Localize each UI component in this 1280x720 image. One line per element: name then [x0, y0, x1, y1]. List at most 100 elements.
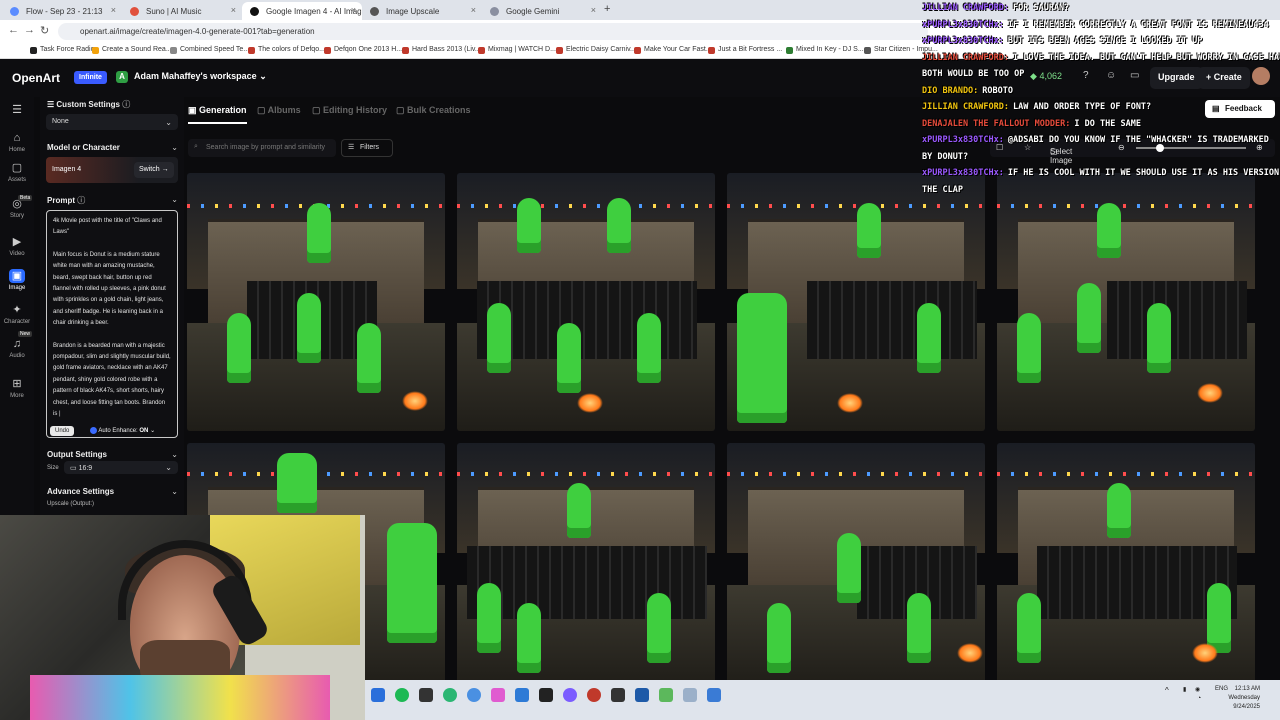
generated-image[interactable]: [187, 173, 445, 431]
bookmark[interactable]: Task Force Radio: [30, 46, 94, 54]
generated-image[interactable]: [997, 443, 1255, 687]
tab-bulk-creations[interactable]: ▢ Bulk Creations: [396, 105, 471, 116]
bookmark[interactable]: Mixmag | WATCH D...: [478, 46, 556, 54]
auto-enhance-toggle[interactable]: Auto Enhance: ON ⌄: [90, 427, 155, 434]
close-icon[interactable]: ×: [231, 5, 236, 15]
rail-item-home[interactable]: ⌂ Home: [0, 131, 34, 153]
toggle-dot-icon: [90, 427, 97, 434]
forward-icon[interactable]: →: [24, 24, 35, 36]
taskbar-app-icon[interactable]: [635, 688, 649, 702]
output-settings-header[interactable]: Output Settings: [47, 450, 107, 459]
chat-username: xPURPL3x830TCHx:: [922, 135, 1004, 145]
edge-icon[interactable]: [443, 688, 457, 702]
rail-item-more[interactable]: ⊞ More: [0, 377, 34, 399]
generated-image[interactable]: [457, 443, 715, 687]
bookmark[interactable]: Make Your Car Fast...: [634, 46, 712, 54]
tab-editing-history[interactable]: ▢ Editing History: [312, 105, 387, 116]
clock-time: 12:13 AM: [1234, 686, 1260, 692]
chevron-down-icon: ⌄: [150, 428, 156, 435]
chevron-down-icon[interactable]: ⌄: [171, 450, 178, 459]
search-input[interactable]: ⌕ Search image by prompt and similarity: [188, 139, 336, 157]
taskbar-app-icon[interactable]: [491, 688, 505, 702]
size-label: Size: [47, 465, 59, 471]
browser-tab-active[interactable]: Google Imagen 4 - AI Image G×: [242, 2, 362, 20]
rail-item-assets[interactable]: ▢ Assets: [0, 161, 34, 183]
taskbar-app-icon[interactable]: [563, 688, 577, 702]
switch-model-button[interactable]: Switch →: [134, 162, 174, 178]
tab-generation[interactable]: ▣ Generation: [188, 105, 247, 124]
tab-albums[interactable]: ▢ Albums: [257, 105, 301, 116]
generated-image[interactable]: [457, 173, 715, 431]
taskbar-app-icon[interactable]: [419, 688, 433, 702]
model-card[interactable]: Imagen 4 Switch →: [46, 157, 178, 183]
chevron-down-icon[interactable]: ⌄: [171, 195, 178, 204]
tray-chevron-icon[interactable]: ^: [1165, 686, 1169, 695]
network-icon[interactable]: ◔: [1197, 695, 1201, 702]
bookmark[interactable]: Hard Bass 2013 (Liv...: [402, 46, 481, 54]
openart-logo[interactable]: OpenArt: [12, 71, 60, 85]
tray-icon[interactable]: ▮: [1183, 686, 1186, 693]
taskbar-app-icon[interactable]: [467, 688, 481, 702]
bookmark[interactable]: The colors of Defqo...: [248, 46, 325, 54]
advance-settings-header[interactable]: Advance Settings: [47, 487, 114, 496]
clock[interactable]: 12:13 AM Wednesday 9/24/2025: [1210, 685, 1260, 712]
rail-item-video[interactable]: ▶ Video: [0, 235, 34, 257]
chat-line: JILLIAN CRAWFORD: I LOVE THE IDEA. BUT CA…: [922, 50, 1280, 67]
taskbar-app-icon[interactable]: [707, 688, 721, 702]
filter-icon: ☰: [348, 144, 355, 151]
rail-item-character[interactable]: ✦ Character: [0, 303, 34, 325]
prompt-textarea[interactable]: 4k Movie post with the title of "Claws a…: [46, 210, 178, 438]
browser-tab[interactable]: Suno | AI Music ×: [122, 2, 242, 20]
taskbar-app-icon[interactable]: [611, 688, 625, 702]
new-tab-icon[interactable]: +: [604, 3, 610, 15]
close-icon[interactable]: ×: [591, 5, 596, 15]
bookmark[interactable]: Just a Bit Fortress ...: [708, 46, 782, 54]
bookmark[interactable]: Defqon One 2013 H...: [324, 46, 402, 54]
chat-username: DIO BRANDO:: [922, 85, 979, 96]
menu-button[interactable]: ☰: [0, 103, 34, 119]
bookmark[interactable]: Combined Speed Te...: [170, 46, 249, 54]
prompt-label: Prompt: [47, 196, 75, 205]
taskbar-app-icon[interactable]: [587, 688, 601, 702]
close-icon[interactable]: ×: [471, 5, 476, 15]
generated-image[interactable]: [997, 173, 1255, 431]
rail-item-image[interactable]: ▣ Image: [0, 269, 34, 291]
tab-label: Flow - Sep 23 - 21:13: [26, 7, 103, 16]
reload-icon[interactable]: ↻: [40, 24, 49, 37]
chat-line: DENAJALEN THE FALLOUT MODDER: I DO THE SA…: [922, 116, 1280, 133]
mic-icon[interactable]: ◉: [1195, 686, 1200, 693]
generated-image[interactable]: [727, 443, 985, 687]
home-icon: ⌂: [13, 132, 21, 144]
taskbar-app-icon[interactable]: [683, 688, 697, 702]
filters-button[interactable]: ☰ Filters: [341, 139, 393, 157]
bookmark[interactable]: Electric Daisy Carniv...: [556, 46, 636, 54]
close-icon[interactable]: ×: [351, 5, 356, 15]
size-select[interactable]: ▭ 16:9 ⌄: [64, 461, 178, 474]
tab-favicon-icon: [370, 7, 379, 16]
browser-tab[interactable]: Google Gemini ×: [482, 2, 602, 20]
custom-settings-select[interactable]: None ⌄: [46, 114, 178, 130]
back-icon[interactable]: ←: [8, 24, 19, 36]
taskbar-app-icon[interactable]: [371, 688, 385, 702]
chevron-down-icon[interactable]: ⌄: [171, 487, 178, 496]
chevron-down-icon[interactable]: ⌄: [171, 143, 178, 152]
taskbar-app-icon[interactable]: [539, 688, 553, 702]
undo-button[interactable]: Undo: [50, 426, 75, 436]
browser-tab[interactable]: Flow - Sep 23 - 21:13 ×: [2, 2, 122, 20]
workspace-switcher[interactable]: A Adam Mahaffey's workspace ⌄: [116, 71, 267, 83]
chat-message: ROBOTO: [982, 85, 1014, 96]
generated-image[interactable]: [727, 173, 985, 431]
bookmark[interactable]: Mixed In Key - DJ S...: [786, 46, 864, 54]
rail-item-story[interactable]: ◎ Story Beta: [0, 195, 34, 219]
clock-date: 9/24/2025: [1233, 704, 1260, 710]
taskbar-app-icon[interactable]: [515, 688, 529, 702]
browser-tab[interactable]: Image Upscale ×: [362, 2, 482, 20]
taskbar-app-icon[interactable]: [659, 688, 673, 702]
tab-label: Bulk Creations: [407, 105, 471, 115]
bookmark[interactable]: Create a Sound Rea...: [92, 46, 172, 54]
spotify-icon[interactable]: [395, 688, 409, 702]
url-input[interactable]: openart.ai/image/create/imagen-4.0-gener…: [58, 23, 928, 40]
model-header[interactable]: Model or Character: [47, 143, 120, 152]
close-icon[interactable]: ×: [111, 5, 116, 15]
rail-item-audio[interactable]: ♫ Audio New: [0, 331, 34, 359]
